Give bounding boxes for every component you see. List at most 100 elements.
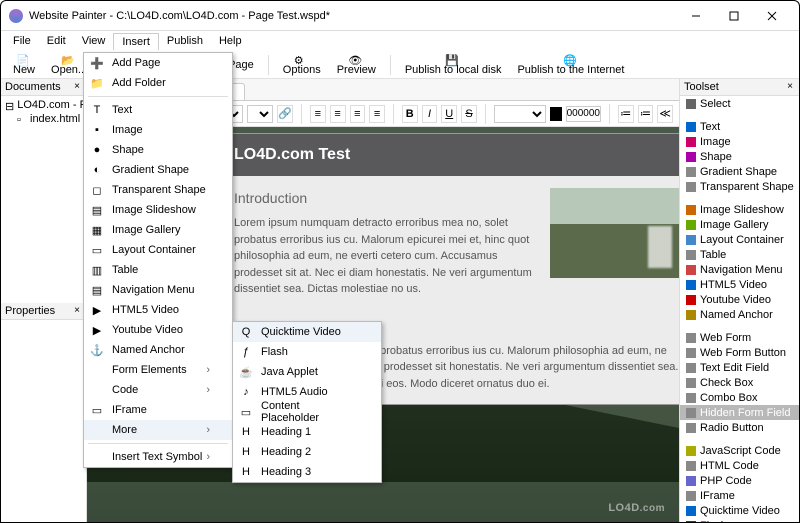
close-panel-icon[interactable]: × [785,82,795,92]
tool-shape[interactable]: Shape [680,149,799,164]
menu-item-iframe[interactable]: ▭IFrame [84,400,232,420]
submenu-item-heading-3[interactable]: HHeading 3 [233,462,381,482]
list-ol-button[interactable]: ≔ [638,105,654,123]
tool-image-slideshow[interactable]: Image Slideshow [680,202,799,217]
tool-named-anchor[interactable]: Named Anchor [680,307,799,322]
style-select[interactable] [494,105,546,123]
menu-item-image[interactable]: ▪Image [84,120,232,140]
submenu-item-html5-audio[interactable]: ♪HTML5 Audio [233,382,381,402]
inline-image[interactable] [550,188,679,278]
tool-combo-box[interactable]: Combo Box [680,390,799,405]
document-item[interactable]: ▫index.html [1,112,86,126]
tool-icon [686,446,696,456]
close-panel-icon[interactable]: × [72,82,82,92]
tool-quicktime-video[interactable]: Quicktime Video [680,503,799,518]
align-left-button[interactable]: ≡ [310,105,326,123]
insert-menu-dropdown[interactable]: ➕Add Page📁Add Folder TText▪Image●Shape◐Gr… [83,52,233,468]
align-right-button[interactable]: ≡ [350,105,366,123]
menu-item-youtube-video[interactable]: ▶Youtube Video [84,320,232,340]
tool-gradient-shape[interactable]: Gradient Shape [680,164,799,179]
submenu-item-heading-2[interactable]: HHeading 2 [233,442,381,462]
link-button[interactable]: 🔗 [277,105,293,123]
bold-button[interactable]: B [402,105,418,123]
tool-text-edit-field[interactable]: Text Edit Field [680,360,799,375]
tool-check-box[interactable]: Check Box [680,375,799,390]
tool-web-form[interactable]: Web Form [680,330,799,345]
tool-php-code[interactable]: PHP Code [680,473,799,488]
submenu-item-java-applet[interactable]: ☕Java Applet [233,362,381,382]
menu-item-html5-video[interactable]: ▶HTML5 Video [84,300,232,320]
menu-item-gradient-shape[interactable]: ◐Gradient Shape [84,160,232,180]
menu-edit[interactable]: Edit [39,33,74,49]
menu-item-code[interactable]: Code [84,380,232,400]
align-justify-button[interactable]: ≡ [369,105,385,123]
menu-item-transparent-shape[interactable]: ◻Transparent Shape [84,180,232,200]
menu-item-image-gallery[interactable]: ▦Image Gallery [84,220,232,240]
menu-item-shape[interactable]: ●Shape [84,140,232,160]
submenu-item-heading-1[interactable]: HHeading 1 [233,422,381,442]
tool-web-form-button[interactable]: Web Form Button [680,345,799,360]
menu-item-image-slideshow[interactable]: ▤Image Slideshow [84,200,232,220]
new-button[interactable]: 📄New [7,54,41,76]
align-center-button[interactable]: ≡ [330,105,346,123]
page-hero: LO4D.com Test [218,134,679,176]
tool-flash[interactable]: Flash [680,518,799,522]
tool-html5-video[interactable]: HTML5 Video [680,277,799,292]
italic-button[interactable]: I [422,105,438,123]
tool-icon [686,348,696,358]
document-root[interactable]: ⊟LO4D.com - Page [1,98,86,112]
close-panel-icon[interactable]: × [72,306,82,316]
underline-button[interactable]: U [441,105,457,123]
outdent-button[interactable]: ≪ [657,105,673,123]
tool-layout-container[interactable]: Layout Container [680,232,799,247]
menu-file[interactable]: File [5,33,39,49]
menu-item-add-folder[interactable]: 📁Add Folder [84,73,232,93]
color-hex-display[interactable]: 000000 [566,106,601,122]
maximize-button[interactable] [715,2,753,30]
submenu-item-content-placeholder[interactable]: ▭Content Placeholder [233,402,381,422]
options-button[interactable]: ⚙Options [277,54,327,76]
publish-internet-button[interactable]: 🌐Publish to the Internet [511,54,630,76]
publish-local-button[interactable]: 💾Publish to local disk [399,54,508,76]
menu-item-more[interactable]: More [84,420,232,440]
submenu-item-flash[interactable]: ƒFlash [233,342,381,362]
menu-item-label: Image Gallery [112,224,180,236]
font-size-select[interactable] [247,105,273,123]
submenu-item-quicktime-video[interactable]: QQuicktime Video [233,322,381,342]
tool-table[interactable]: Table [680,247,799,262]
tool-navigation-menu[interactable]: Navigation Menu [680,262,799,277]
minimize-button[interactable] [677,2,715,30]
tool-image-gallery[interactable]: Image Gallery [680,217,799,232]
menu-item-label: Youtube Video [112,324,183,336]
tool-select[interactable]: Select [680,96,799,111]
menu-item-navigation-menu[interactable]: ▤Navigation Menu [84,280,232,300]
menu-view[interactable]: View [74,33,114,49]
tool-html-code[interactable]: HTML Code [680,458,799,473]
menu-item-text[interactable]: TText [84,100,232,120]
menu-item-insert-text-symbol[interactable]: Insert Text Symbol [84,447,232,467]
menu-item-form-elements[interactable]: Form Elements [84,360,232,380]
menu-publish[interactable]: Publish [159,33,211,49]
menu-item-add-page[interactable]: ➕Add Page [84,53,232,73]
menu-item-layout-container[interactable]: ▭Layout Container [84,240,232,260]
tool-radio-button[interactable]: Radio Button [680,420,799,435]
tool-label: HTML5 Video [700,279,767,291]
tool-iframe[interactable]: IFrame [680,488,799,503]
insert-more-submenu[interactable]: QQuicktime VideoƒFlash☕Java Applet♪HTML5… [232,321,382,483]
close-button[interactable] [753,2,791,30]
tool-hidden-form-field[interactable]: Hidden Form Field [680,405,799,420]
preview-button[interactable]: 👁Preview [331,54,382,76]
strike-button[interactable]: S [461,105,477,123]
tool-text[interactable]: Text [680,119,799,134]
menu-item-named-anchor[interactable]: ⚓Named Anchor [84,340,232,360]
text-color-button[interactable] [550,107,562,121]
tool-transparent-shape[interactable]: Transparent Shape [680,179,799,194]
menu-item-table[interactable]: ▥Table [84,260,232,280]
list-ul-button[interactable]: ≔ [618,105,634,123]
menu-help[interactable]: Help [211,33,250,49]
documents-tree[interactable]: ⊟LO4D.com - Page ▫index.html [1,96,86,303]
tool-image[interactable]: Image [680,134,799,149]
menu-insert[interactable]: Insert [113,33,159,50]
tool-javascript-code[interactable]: JavaScript Code [680,443,799,458]
tool-youtube-video[interactable]: Youtube Video [680,292,799,307]
